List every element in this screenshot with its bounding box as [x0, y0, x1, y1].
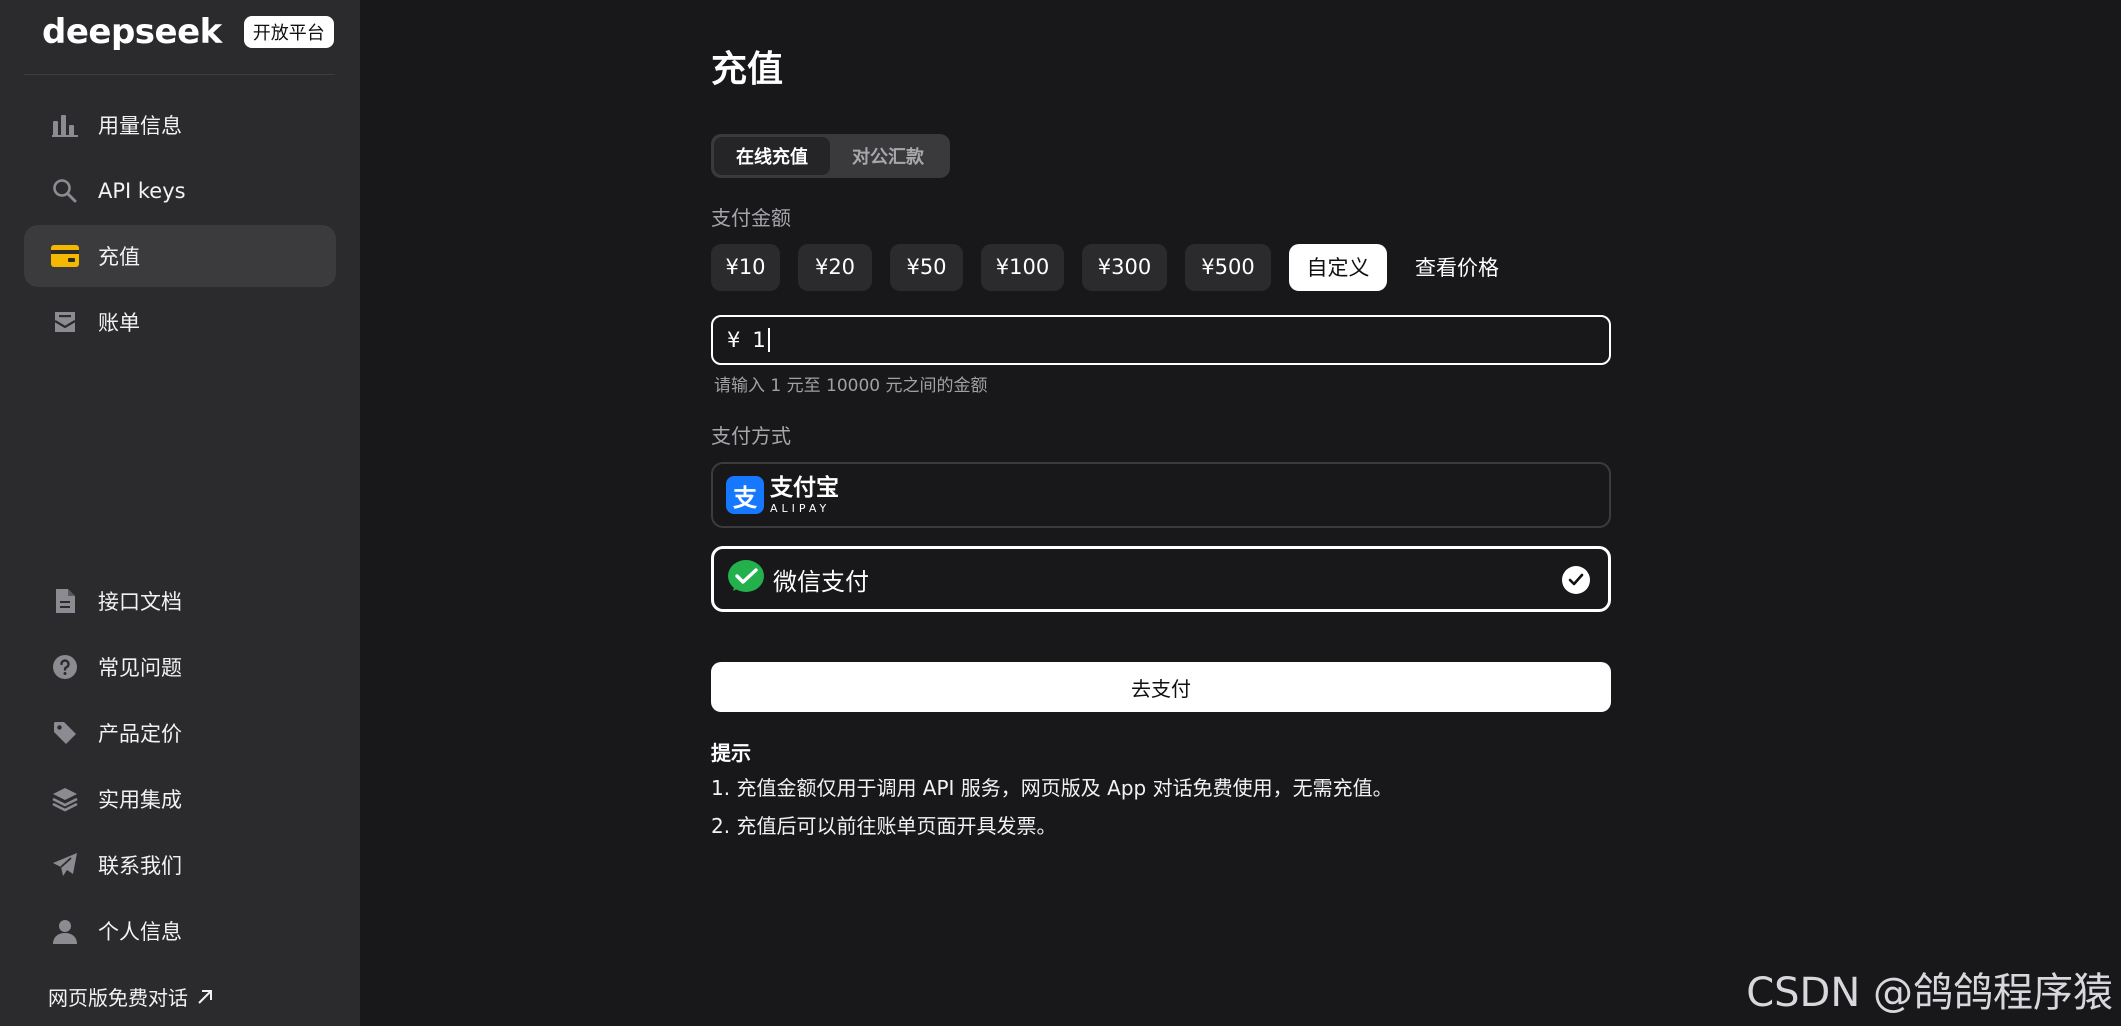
amount-hint: 请输入 1 元至 10000 元之间的金额	[714, 376, 988, 396]
sidebar: deepseek 开放平台 用量信息 API keys 充值 账单 接口文档 常…	[0, 0, 360, 1026]
bar-chart-icon	[50, 110, 80, 140]
sidebar-item-contact[interactable]: 联系我们	[24, 834, 336, 896]
sidebar-item-label: 账单	[98, 311, 140, 335]
sidebar-item-recharge[interactable]: 充值	[24, 225, 336, 287]
alipay-en: ALIPAY	[770, 501, 831, 515]
sidebar-item-label: 产品定价	[98, 722, 182, 746]
custom-amount-button[interactable]: 自定义	[1289, 243, 1387, 291]
wallet-icon	[50, 241, 80, 271]
sidebar-item-label: 常见问题	[98, 656, 182, 680]
method-section-label: 支付方式	[711, 424, 791, 448]
sidebar-item-api-keys[interactable]: API keys	[24, 160, 336, 222]
sidebar-item-label: 联系我们	[98, 854, 182, 878]
sidebar-item-pricing[interactable]: 产品定价	[24, 702, 336, 764]
amount-value: 1	[752, 328, 766, 352]
recharge-tabs: 在线充值 对公汇款	[711, 134, 950, 178]
sidebar-item-label: 接口文档	[98, 590, 182, 614]
sidebar-item-usage[interactable]: 用量信息	[24, 94, 336, 156]
sidebar-item-label: 实用集成	[98, 788, 182, 812]
layers-icon	[50, 784, 80, 814]
sidebar-item-docs[interactable]: 接口文档	[24, 570, 336, 632]
user-icon	[50, 916, 80, 946]
sidebar-item-faq[interactable]: 常见问题	[24, 636, 336, 698]
amount-button-20[interactable]: ¥20	[798, 243, 872, 291]
search-key-icon	[50, 176, 80, 206]
amount-button-300[interactable]: ¥300	[1082, 243, 1167, 291]
text-caret	[767, 328, 770, 352]
wechat-pay-option[interactable]: 微信支付	[711, 546, 1611, 612]
custom-amount-input[interactable]: ¥ 1	[711, 315, 1611, 365]
pay-button[interactable]: 去支付	[711, 662, 1611, 712]
tab-online-recharge[interactable]: 在线充值	[714, 137, 830, 175]
amount-button-10[interactable]: ¥10	[711, 243, 780, 291]
amount-button-50[interactable]: ¥50	[890, 243, 963, 291]
web-chat-link-label: 网页版免费对话	[48, 986, 188, 1010]
sidebar-item-label: 个人信息	[98, 920, 182, 944]
wechat-pay-label: 微信支付	[773, 567, 869, 596]
amount-button-100[interactable]: ¥100	[981, 243, 1064, 291]
amount-button-500[interactable]: ¥500	[1185, 243, 1271, 291]
tip-line: 2. 充值后可以前往账单页面开具发票。	[711, 814, 1057, 838]
tab-corporate-transfer[interactable]: 对公汇款	[830, 137, 946, 175]
alipay-logo-icon: 支	[726, 476, 764, 514]
watermark: CSDN @鸽鸽程序猿	[1746, 970, 2113, 1016]
document-icon	[50, 586, 80, 616]
bill-icon	[50, 307, 80, 337]
alipay-wordmark: 支付宝 ALIPAY	[770, 474, 839, 515]
view-pricing-link[interactable]: 查看价格	[1415, 252, 1499, 282]
amount-section-label: 支付金额	[711, 206, 791, 230]
web-chat-link[interactable]: 网页版免费对话	[48, 982, 214, 1011]
page-title: 充值	[711, 49, 784, 90]
tips-title: 提示	[711, 741, 751, 765]
wechat-logo-icon	[727, 559, 765, 599]
sidebar-item-label: 用量信息	[98, 114, 182, 138]
sidebar-item-bills[interactable]: 账单	[24, 291, 336, 353]
question-icon	[50, 652, 80, 682]
currency-symbol: ¥	[727, 328, 741, 352]
sidebar-item-integrations[interactable]: 实用集成	[24, 768, 336, 830]
alipay-cn: 支付宝	[770, 474, 839, 501]
sidebar-divider	[24, 74, 335, 75]
alipay-option[interactable]: 支 支付宝 ALIPAY	[711, 462, 1611, 528]
tag-icon	[50, 718, 80, 748]
check-icon	[1562, 566, 1590, 594]
platform-badge: 开放平台	[243, 16, 334, 48]
send-icon	[50, 850, 80, 880]
brand-logo: deepseek	[42, 12, 222, 52]
sidebar-item-label: 充值	[98, 245, 140, 269]
tip-line: 1. 充值金额仅用于调用 API 服务，网页版及 App 对话免费使用，无需充值…	[711, 776, 1393, 800]
sidebar-item-profile[interactable]: 个人信息	[24, 900, 336, 962]
brand[interactable]: deepseek 开放平台	[42, 12, 334, 52]
amount-options: ¥10 ¥20 ¥50 ¥100 ¥300 ¥500 自定义 查看价格	[711, 243, 1499, 291]
sidebar-item-label: API keys	[98, 179, 186, 203]
external-arrow-icon	[198, 989, 212, 1004]
